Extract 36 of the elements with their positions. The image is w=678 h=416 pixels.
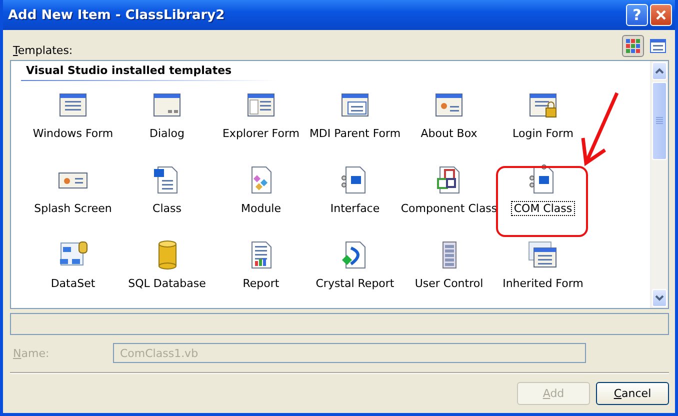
scrollbar[interactable] bbox=[650, 61, 668, 308]
window-title: Add New Item - ClassLibrary2 bbox=[8, 8, 226, 22]
template-item[interactable]: Interface bbox=[328, 202, 382, 215]
name-label: Name: bbox=[12, 346, 50, 360]
template-item[interactable]: Splash Screen bbox=[32, 202, 114, 215]
chevron-up-icon bbox=[655, 68, 664, 74]
details-icon bbox=[650, 39, 666, 53]
grid-icon bbox=[626, 39, 640, 53]
close-icon bbox=[655, 9, 667, 21]
close-button[interactable] bbox=[650, 4, 672, 26]
template-item[interactable]: Explorer Form bbox=[220, 127, 302, 140]
template-item[interactable]: COM Class bbox=[512, 202, 574, 215]
section-header: Visual Studio installed templates bbox=[21, 64, 276, 81]
template-item[interactable]: About Box bbox=[418, 127, 480, 140]
template-item[interactable]: Module bbox=[239, 202, 283, 215]
template-item[interactable]: DataSet bbox=[48, 277, 98, 290]
scroll-thumb[interactable] bbox=[652, 82, 667, 160]
template-item[interactable]: Inherited Form bbox=[500, 277, 586, 290]
template-item[interactable]: MDI Parent Form bbox=[307, 127, 403, 140]
large-icons-view-button[interactable] bbox=[622, 35, 644, 57]
template-item[interactable]: Crystal Report bbox=[314, 277, 396, 290]
scroll-down-button[interactable] bbox=[652, 289, 667, 307]
template-item[interactable]: Class bbox=[150, 202, 184, 215]
templates-label: Templates: bbox=[12, 44, 73, 57]
scroll-up-button[interactable] bbox=[652, 62, 667, 80]
template-item[interactable]: User Control bbox=[412, 277, 486, 290]
template-item[interactable]: Dialog bbox=[147, 127, 187, 140]
template-item[interactable]: Report bbox=[240, 277, 282, 290]
template-item[interactable]: Component Class bbox=[398, 202, 500, 215]
help-button[interactable]: ? bbox=[626, 4, 648, 26]
template-item[interactable]: SQL Database bbox=[126, 277, 208, 290]
chevron-down-icon bbox=[655, 295, 664, 301]
template-item[interactable]: Login Form bbox=[510, 127, 576, 140]
cancel-button[interactable]: Cancel bbox=[596, 382, 669, 405]
grip-icon bbox=[656, 117, 663, 125]
template-item[interactable]: Windows Form bbox=[30, 127, 116, 140]
